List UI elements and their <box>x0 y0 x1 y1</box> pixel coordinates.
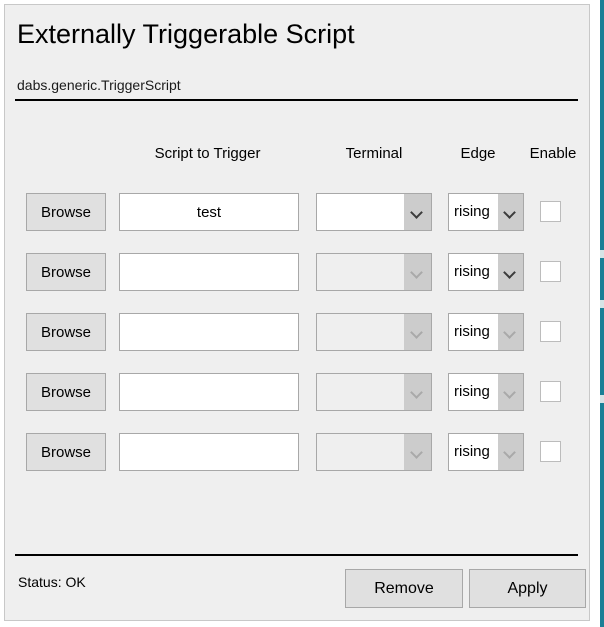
edge-dropdown-arrow-box <box>498 314 523 350</box>
chevron-down-icon <box>505 388 516 394</box>
edge-dropdown-value: rising <box>454 383 490 400</box>
chevron-down-icon <box>412 208 423 214</box>
terminal-dropdown-arrow-box <box>404 254 431 290</box>
edge-dropdown[interactable]: rising <box>448 313 524 351</box>
trigger-script-panel: Externally Triggerable Script dabs.gener… <box>4 4 590 621</box>
terminal-dropdown-arrow-box <box>404 374 431 410</box>
application-window: Externally Triggerable Script dabs.gener… <box>0 0 604 627</box>
terminal-dropdown-value <box>323 194 403 230</box>
chevron-down-icon <box>505 328 516 334</box>
trigger-row: Browse rising <box>5 373 591 413</box>
column-header-edge: Edge <box>460 145 496 162</box>
script-path-input[interactable] <box>119 433 299 471</box>
edge-dropdown-arrow-box <box>498 374 523 410</box>
browse-button[interactable]: Browse <box>26 433 106 471</box>
terminal-dropdown-arrow-box <box>404 194 431 230</box>
chevron-down-icon <box>505 268 516 274</box>
terminal-dropdown[interactable] <box>316 433 432 471</box>
script-path-input[interactable] <box>119 313 299 351</box>
browse-button[interactable]: Browse <box>26 313 106 351</box>
edge-dropdown[interactable]: rising <box>448 193 524 231</box>
terminal-dropdown[interactable] <box>316 373 432 411</box>
chevron-down-icon <box>412 448 423 454</box>
terminal-dropdown-value <box>323 374 403 410</box>
edge-dropdown[interactable]: rising <box>448 253 524 291</box>
enable-checkbox[interactable] <box>540 261 561 282</box>
trigger-row: Browse rising <box>5 433 591 473</box>
terminal-dropdown[interactable] <box>316 253 432 291</box>
edge-dropdown-value: rising <box>454 203 490 220</box>
remove-button[interactable]: Remove <box>345 569 463 608</box>
script-path-input[interactable] <box>119 253 299 291</box>
terminal-dropdown-value <box>323 254 403 290</box>
chevron-down-icon <box>505 448 516 454</box>
page-subtitle-class-path: dabs.generic.TriggerScript <box>17 77 181 93</box>
column-header-script-to-trigger: Script to Trigger <box>154 145 261 162</box>
trigger-row: Browse rising <box>5 193 591 233</box>
edge-dropdown-value: rising <box>454 263 490 280</box>
chevron-down-icon <box>412 328 423 334</box>
browse-button[interactable]: Browse <box>26 193 106 231</box>
terminal-dropdown[interactable] <box>316 193 432 231</box>
edge-dropdown-value: rising <box>454 443 490 460</box>
adjacent-window-sliver <box>598 0 604 627</box>
chevron-down-icon <box>505 208 516 214</box>
edge-dropdown[interactable]: rising <box>448 373 524 411</box>
edge-dropdown-arrow-box <box>498 194 523 230</box>
edge-dropdown-arrow-box <box>498 254 523 290</box>
browse-button[interactable]: Browse <box>26 373 106 411</box>
terminal-dropdown-value <box>323 314 403 350</box>
footer-divider <box>15 554 578 556</box>
browse-button[interactable]: Browse <box>26 253 106 291</box>
trigger-row: Browse rising <box>5 253 591 293</box>
trigger-row: Browse rising <box>5 313 591 353</box>
header-divider <box>15 99 578 101</box>
enable-checkbox[interactable] <box>540 321 561 342</box>
edge-dropdown[interactable]: rising <box>448 433 524 471</box>
column-header-terminal: Terminal <box>345 145 403 162</box>
column-header-enable: Enable <box>529 145 577 162</box>
apply-button[interactable]: Apply <box>469 569 586 608</box>
page-title: Externally Triggerable Script <box>17 19 355 49</box>
script-path-input[interactable] <box>119 193 299 231</box>
script-path-input[interactable] <box>119 373 299 411</box>
chevron-down-icon <box>412 388 423 394</box>
terminal-dropdown-arrow-box <box>404 314 431 350</box>
terminal-dropdown[interactable] <box>316 313 432 351</box>
terminal-dropdown-arrow-box <box>404 434 431 470</box>
chevron-down-icon <box>412 268 423 274</box>
edge-dropdown-arrow-box <box>498 434 523 470</box>
enable-checkbox[interactable] <box>540 381 561 402</box>
enable-checkbox[interactable] <box>540 441 561 462</box>
adjacent-window-accent-strip <box>600 0 604 627</box>
edge-dropdown-value: rising <box>454 323 490 340</box>
status-text: Status: OK <box>18 574 86 590</box>
enable-checkbox[interactable] <box>540 201 561 222</box>
terminal-dropdown-value <box>323 434 403 470</box>
